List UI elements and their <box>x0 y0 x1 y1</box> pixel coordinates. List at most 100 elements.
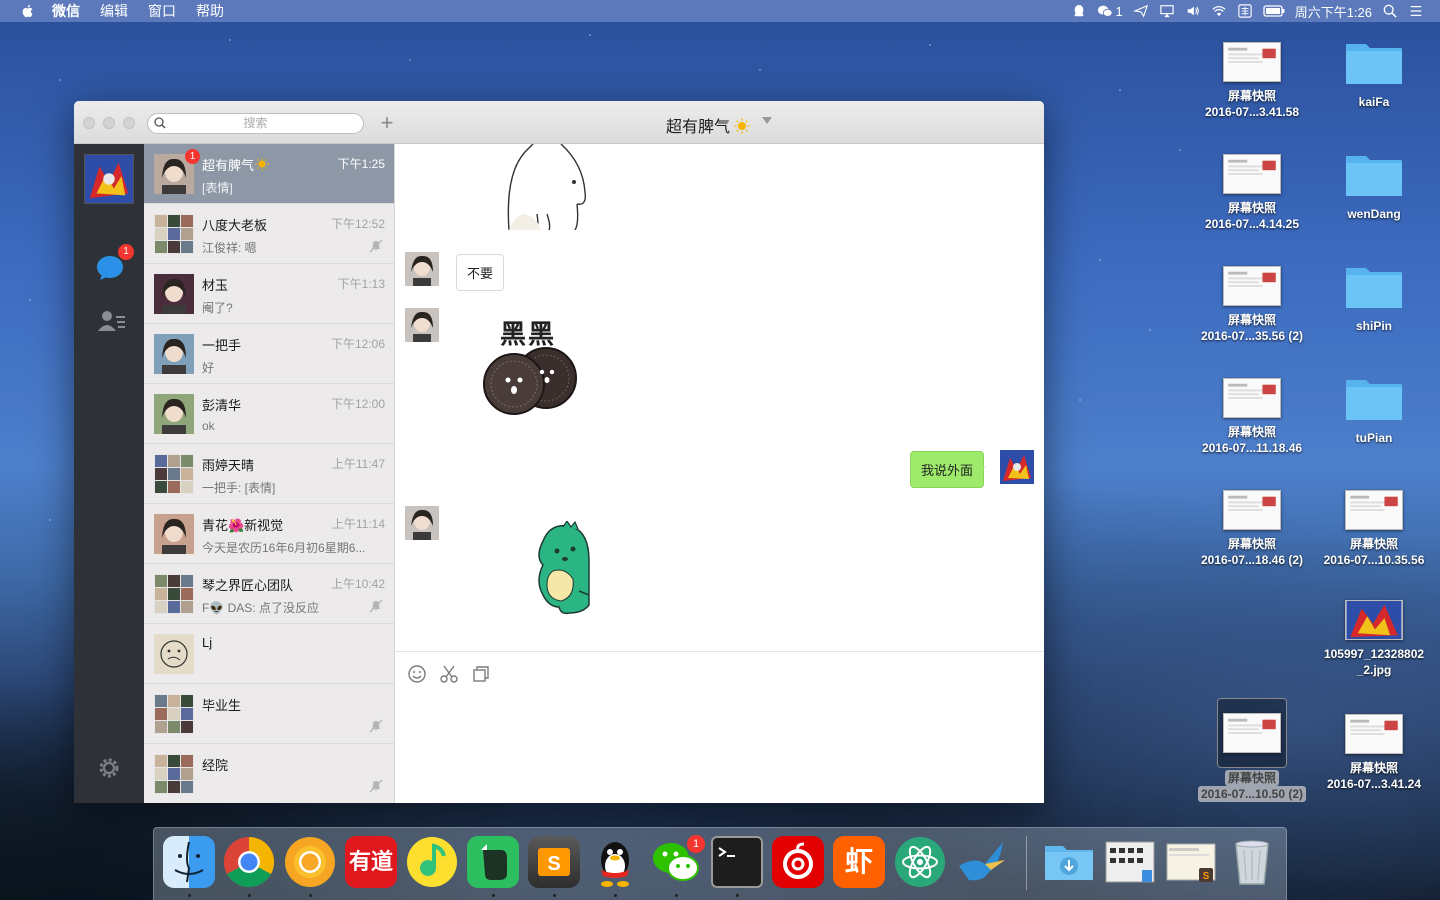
desktop-folder[interactable]: tuPian <box>1314 374 1434 446</box>
youdao-icon[interactable]: 有道 <box>345 836 397 888</box>
wechat-status[interactable]: 1 <box>1097 4 1123 19</box>
contact-avatar[interactable] <box>405 506 439 540</box>
sticker-oreo[interactable]: 黑黑 <box>480 314 590 424</box>
wifi-icon[interactable] <box>1211 4 1227 18</box>
add-button[interactable]: + <box>377 112 397 134</box>
evernote-icon[interactable] <box>467 836 519 888</box>
xiami-icon[interactable]: 虾 <box>833 836 885 888</box>
qq-icon[interactable] <box>589 836 641 888</box>
desktop-file[interactable]: 屏幕快照 2016-07...10.50 (2) <box>1192 698 1312 802</box>
minimize-button[interactable] <box>103 117 115 129</box>
qq-status-icon[interactable] <box>1071 4 1087 18</box>
contact-avatar <box>154 394 194 434</box>
menu-wechat[interactable]: 微信 <box>52 1 80 21</box>
zoom-button[interactable] <box>123 117 135 129</box>
conversation-item[interactable]: 一把手 下午12:06 好 <box>144 324 394 384</box>
emoji-button-icon[interactable] <box>407 664 427 684</box>
chat-info-dropdown-icon[interactable] <box>762 117 772 124</box>
desktop-file[interactable]: 屏幕快照 2016-07...3.41.58 <box>1192 42 1312 120</box>
volume-icon[interactable] <box>1185 4 1201 18</box>
conversation-item[interactable]: 毕业生 <box>144 684 394 744</box>
input-method-icon[interactable] <box>1237 4 1253 18</box>
desktop-file[interactable]: 105997_12328802 _2.jpg <box>1314 600 1434 678</box>
conversation-item[interactable]: 琴之界匠心团队 上午10:42 F👽 DAS: 点了没反应 <box>144 564 394 624</box>
screenshot-thumbnail-icon <box>1223 42 1281 82</box>
qq-music-icon[interactable] <box>406 836 458 888</box>
my-avatar[interactable] <box>84 154 134 204</box>
chrome-icon[interactable] <box>223 836 275 888</box>
file-name-line2: _2.jpg <box>1356 663 1392 677</box>
desktop-folder[interactable]: kaiFa <box>1314 38 1434 110</box>
wechat-window: 搜索 + 超有脾气 1 超有脾气 下午1:25 [表情] 1 八度大老板 下午12:52 江… <box>74 101 1044 803</box>
desktop-file[interactable]: 屏幕快照 2016-07...18.46 (2) <box>1192 490 1312 568</box>
desktop-file[interactable]: 屏幕快照 2016-07...35.56 (2) <box>1192 266 1312 344</box>
send-icon[interactable] <box>1132 4 1149 18</box>
conversation-item[interactable]: 经院 <box>144 744 394 803</box>
sticker-dinosaur[interactable] <box>533 521 591 617</box>
terminal-icon[interactable] <box>711 836 763 888</box>
screenshot-scissors-icon[interactable] <box>439 664 459 684</box>
conversation-preview: [表情] <box>202 181 233 195</box>
message-input[interactable] <box>395 692 1044 803</box>
menu-help[interactable]: 帮助 <box>196 1 224 21</box>
chat-tab-icon[interactable] <box>96 255 124 281</box>
desktop-file[interactable]: 屏幕快照 2016-07...11.18.46 <box>1192 378 1312 456</box>
conversation-item[interactable]: 材玉 下午1:13 阉了? <box>144 264 394 324</box>
apple-menu-icon[interactable] <box>20 3 36 19</box>
running-indicator <box>736 894 739 897</box>
file-name-line2: 2016-07...18.46 (2) <box>1200 553 1304 567</box>
file-transfer-icon[interactable] <box>471 664 491 684</box>
screenshot-thumbnail-icon <box>1223 713 1281 753</box>
conversation-item[interactable]: 八度大老板 下午12:52 江俊祥: 嗯 <box>144 204 394 264</box>
contacts-tab-icon[interactable] <box>98 309 126 333</box>
sublime-text-icon[interactable]: S <box>528 836 580 888</box>
spotlight-icon[interactable] <box>1382 4 1398 18</box>
svg-text:S: S <box>547 853 560 875</box>
trash-icon[interactable] <box>1226 836 1278 888</box>
atom-icon[interactable] <box>894 836 946 888</box>
chrome-canary-icon[interactable] <box>284 836 336 888</box>
notification-center-icon[interactable] <box>1408 4 1424 18</box>
conversation-item[interactable]: 彭清华 下午12:00 ok <box>144 384 394 444</box>
menu-window[interactable]: 窗口 <box>148 1 176 21</box>
conversation-item[interactable]: 青花🌺新视觉 上午11:14 今天是农历16年6月初6星期6... <box>144 504 394 564</box>
search-input[interactable]: 搜索 <box>147 113 364 134</box>
settings-gear-icon[interactable] <box>97 756 121 780</box>
desktop-folder[interactable]: wenDang <box>1314 150 1434 222</box>
close-button[interactable] <box>83 117 95 129</box>
conversation-item[interactable]: 超有脾气 下午1:25 [表情] 1 <box>144 144 394 204</box>
downloads-folder-icon[interactable] <box>1043 836 1095 888</box>
netease-music-icon[interactable] <box>772 836 824 888</box>
document-stack-icon[interactable]: S <box>1165 836 1217 888</box>
selection-highlight <box>1217 698 1287 768</box>
finder-icon[interactable] <box>163 836 215 888</box>
applications-stack-icon[interactable] <box>1104 836 1156 888</box>
mute-bell-icon <box>369 779 383 793</box>
my-message-avatar[interactable] <box>1000 450 1034 484</box>
running-indicator <box>188 894 191 897</box>
contact-avatar[interactable] <box>405 308 439 342</box>
group-avatar <box>154 214 194 254</box>
menu-edit[interactable]: 编辑 <box>100 1 128 21</box>
desktop-file[interactable]: 屏幕快照 2016-07...10.35.56 <box>1314 490 1434 568</box>
file-name-line2: 2016-07...11.18.46 <box>1201 441 1303 455</box>
message-bubble-received[interactable]: 不要 <box>456 254 505 291</box>
desktop-folder[interactable]: shiPin <box>1314 262 1434 334</box>
conversation-item[interactable]: Lj <box>144 624 394 684</box>
contact-avatar <box>154 334 194 374</box>
sticker-ghost <box>507 144 587 230</box>
battery-icon[interactable] <box>1263 4 1285 18</box>
chat-tab-badge: 1 <box>118 244 134 260</box>
desktop-file[interactable]: 屏幕快照 2016-07...4.14.25 <box>1192 154 1312 232</box>
airplay-icon[interactable] <box>1159 4 1175 18</box>
desktop-file[interactable]: 屏幕快照 2016-07...3.41.24 <box>1314 714 1434 792</box>
clock[interactable]: 周六下午1:26 <box>1295 2 1372 21</box>
conversation-item[interactable]: 雨婷天晴 上午11:47 一把手: [表情] <box>144 444 394 504</box>
message-list[interactable]: 不要 黑黑 我说外面 <box>395 144 1044 652</box>
conversation-time: 下午12:06 <box>330 337 385 351</box>
message-bubble-sent[interactable]: 我说外面 <box>910 451 985 488</box>
conversation-preview: 江俊祥: 嗯 <box>202 241 257 255</box>
hummingbird-icon[interactable] <box>955 836 1007 888</box>
contact-avatar[interactable] <box>405 252 439 286</box>
group-avatar <box>154 754 194 794</box>
